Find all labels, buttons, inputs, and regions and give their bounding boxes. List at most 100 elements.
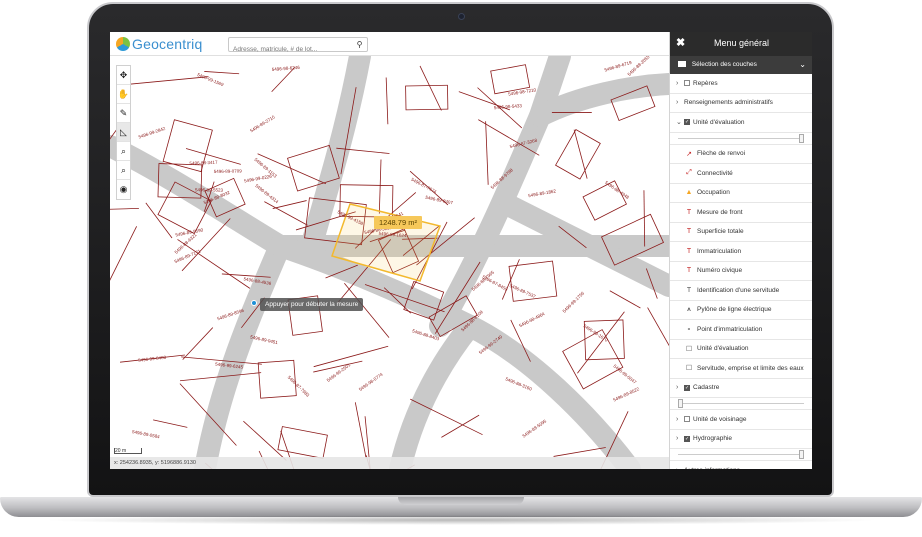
chevron-right-icon[interactable]: › [676,384,684,391]
lot-number-label: 5496-89-4314 [254,183,280,205]
legend-item[interactable]: ☐ Servitude, emprise et limite des eaux [670,359,812,379]
opacity-slider[interactable] [670,398,812,410]
area-measure-label: 1248.79 m² [374,216,422,229]
search-input[interactable] [229,43,349,56]
layer-selection-header[interactable]: Sélection des couches ⌄ [670,56,812,74]
layer-group[interactable]: ⌄ ✓ Unité d'évaluation [670,113,812,133]
legend-item[interactable]: T Numéro civique [670,262,812,281]
legend-item[interactable]: ∘ Point d'immatriculation [670,320,812,340]
layer-group[interactable]: › Renseignements administratifs [670,94,812,113]
layer-label: Repères [693,79,718,87]
map-toolbar: ✥ ✋ ✎ ◺ ⌕ ⌕ ◉ [116,65,131,200]
area-measure-icon[interactable]: ◺ [117,123,130,142]
legend-symbol-icon: T [686,228,692,236]
parcel-boundary [110,208,139,210]
layer-group[interactable]: › ✓ Hydrographie [670,430,812,449]
lot-number-label: 5496-88-5095 [521,418,547,438]
lot-number-label: 5496-89-0709 [214,168,243,174]
panel-title: Menu général [713,38,770,48]
webcam [458,13,465,20]
legend-symbol-icon: ☐ [685,345,693,353]
layers-panel: ✖ Menu général Sélection des couches ⌄ ›… [669,32,812,469]
parcel-lot [277,426,328,459]
legend-symbol-icon: ☐ [685,365,693,373]
legend-symbol-icon: T [686,286,692,294]
parcel-boundary [647,307,669,347]
legend-item[interactable]: T Superficie totale [670,223,812,242]
lot-number-label: 5496-98-0774 [358,372,384,393]
parcel-boundary [153,419,188,428]
parcel-lot [555,128,601,180]
parcel-boundary [609,290,641,309]
layer-checkbox[interactable]: ✓ [684,435,690,442]
cadastre-map[interactable]: 5496-98-07745496-98-36415496-98-48645496… [110,56,669,469]
chevron-right-icon[interactable]: › [676,99,684,106]
parcel-boundary [354,402,367,459]
pan-arrows-icon[interactable]: ✥ [117,66,130,85]
logo-icon [116,37,130,51]
legend-item[interactable]: ▲ Occupation [670,184,812,203]
legend-item[interactable]: ⤢ Connectivité [670,164,812,184]
lot-number-label: 5496-88-3417 [189,160,218,166]
layer-group[interactable]: ›Autres informations [670,461,812,469]
legend-item[interactable]: ☐ Unité d'évaluation [670,340,812,359]
layer-label: Servitude, emprise et limite des eaux [697,364,804,372]
chevron-down-icon[interactable]: ⌄ [676,118,684,126]
layer-group[interactable]: › Unité de voisinage [670,410,812,430]
layer-checkbox[interactable]: ✓ [684,119,690,126]
lot-number-label: 5496-99-0408 [138,355,167,363]
parcel-boundary [181,218,231,272]
map-view[interactable]: 5496-98-07745496-98-36415496-98-48645496… [110,56,669,469]
zoom-out-icon[interactable]: ⌕ [117,161,130,180]
chevron-right-icon[interactable]: › [676,80,684,87]
road-5 [389,315,481,469]
slider-handle[interactable] [678,399,683,408]
slider-track[interactable] [678,454,804,455]
lot-number-label: 5496-89-0451 [250,334,279,345]
chevron-right-icon[interactable]: › [676,467,684,469]
legend-item[interactable]: ↗ Flèche de renvoi [670,145,812,164]
lot-number-label: 5496-99-1569 [196,72,224,87]
lot-number-label: 5496-87-7983 [287,375,311,398]
parcel-boundary [573,129,588,179]
legend-symbol-icon: ⤢ [686,169,692,177]
locate-icon[interactable]: ◉ [117,180,130,199]
lot-number-label: 5496-99-0226 [244,174,273,184]
slider-track[interactable] [678,137,804,139]
parcel-lot [405,84,449,111]
layer-group[interactable]: › Repères [670,74,812,94]
layer-checkbox[interactable]: ✓ [684,384,690,391]
coordinates-readout: x: 254236.8935, y: 5196886.9130 [110,457,669,469]
chevron-right-icon[interactable]: › [676,416,684,423]
lot-number-label: 5496-89-8407 [425,195,454,206]
legend-item[interactable]: ⩚ Pylône de ligne électrique [670,301,812,320]
legend-symbol-icon: ⩚ [687,305,691,313]
legend-item[interactable]: T Mesure de front [670,203,812,223]
zoom-in-icon[interactable]: ⌕ [117,142,130,161]
hand-icon[interactable]: ✋ [117,85,130,104]
opacity-slider[interactable] [670,133,812,145]
search-icon[interactable]: ⚲ [354,39,365,50]
section-label: Sélection des couches [691,61,757,68]
layer-list: › Repères › Renseignements administratifs ⌄ ✓… [670,74,812,469]
parcel-boundary [419,65,442,111]
layer-label: Superficie totale [697,228,744,236]
legend-item[interactable]: T Immatriculation [670,242,812,262]
slider-track[interactable] [678,403,804,404]
layer-label: Point d'immatriculation [697,325,763,333]
slider-handle[interactable] [799,133,804,143]
ruler-icon[interactable]: ✎ [117,104,130,123]
layer-label: Identification d'une servitude [697,286,780,294]
chevron-right-icon[interactable]: › [676,435,684,442]
lot-number-label: 5496-98-4864 [518,311,546,328]
layer-checkbox[interactable] [684,416,690,423]
parcel-boundary [441,414,480,438]
lot-number-label: 5496-88-3160 [505,376,533,391]
lot-number-label: 5496-99-2501 [326,362,352,383]
layer-checkbox[interactable] [684,80,690,87]
legend-item[interactable]: T Identification d'une servitude [670,281,812,301]
slider-handle[interactable] [799,450,804,459]
layer-group[interactable]: › ✓ Cadastre [670,379,812,398]
opacity-slider[interactable] [670,449,812,461]
brand-logo[interactable]: Geocentriq [116,36,202,52]
